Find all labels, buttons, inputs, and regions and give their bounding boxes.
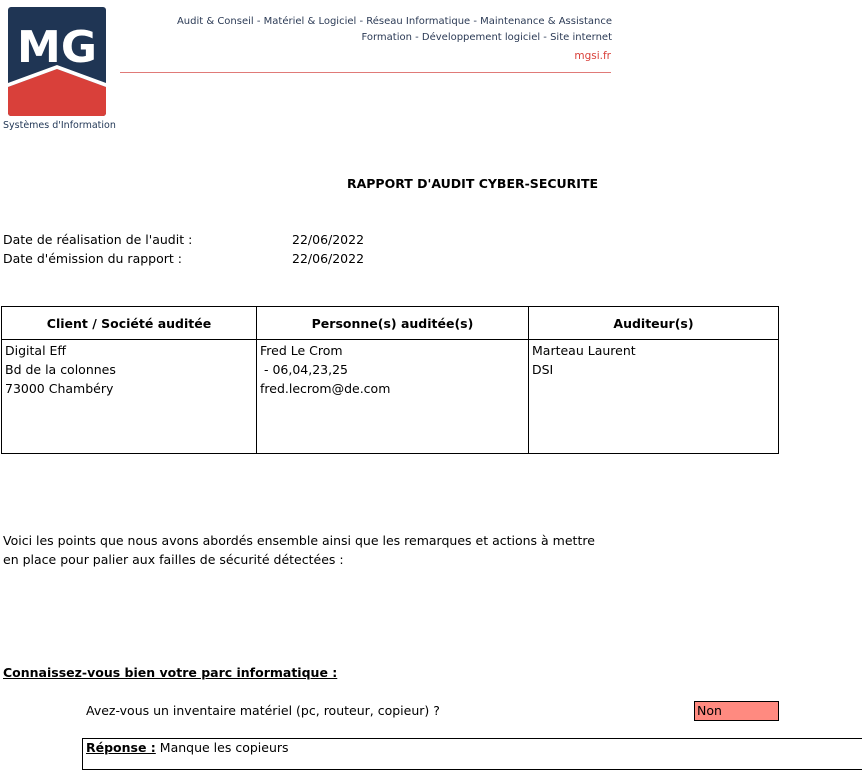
client-cell: Digital Eff Bd de la colonnes 73000 Cham… (1, 339, 257, 454)
date-report-value: 22/06/2022 (292, 251, 365, 266)
report-title: RAPPORT D'AUDIT CYBER-SECURITE (346, 176, 599, 191)
header-auditor: Auditeur(s) (528, 306, 779, 340)
section-title: Connaissez-vous bien votre parc informat… (3, 665, 338, 680)
client-city: 73000 Chambéry (5, 381, 114, 396)
date-audit-value: 22/06/2022 (292, 232, 365, 247)
date-audit-label: Date de réalisation de l'audit : (3, 232, 193, 247)
audit-info-table: Client / Société auditée Personne(s) aud… (1, 306, 779, 454)
intro-paragraph: Voici les points que nous avons abordés … (3, 531, 643, 569)
answer-field[interactable]: Non (694, 701, 779, 721)
logo-letters: MG (17, 22, 97, 73)
person-name: Fred Le Crom (260, 343, 343, 358)
header-tagline-services: Audit & Conseil - Matériel & Logiciel - … (176, 16, 612, 27)
header-client: Client / Société auditée (1, 306, 257, 340)
intro-line-1: Voici les points que nous avons abordés … (3, 533, 595, 548)
person-cell: Fred Le Crom - 06,04,23,25 fred.lecrom@d… (256, 339, 529, 454)
client-name: Digital Eff (5, 343, 67, 358)
auditor-role: DSI (532, 362, 554, 377)
header-tagline-training: Formation - Développement logiciel - Sit… (361, 32, 612, 43)
person-phone: - 06,04,23,25 (260, 362, 349, 377)
website-link[interactable]: mgsi.fr (574, 50, 611, 62)
company-logo: MG (8, 7, 106, 116)
response-box[interactable]: Réponse : Manque les copieurs (82, 738, 862, 770)
logo-subtitle: Systèmes d'Information (3, 120, 116, 131)
auditor-cell: Marteau Laurent DSI (528, 339, 779, 454)
client-address: Bd de la colonnes (5, 362, 116, 377)
date-report-label: Date d'émission du rapport : (3, 251, 182, 266)
auditor-name: Marteau Laurent (532, 343, 636, 358)
question-inventory: Avez-vous un inventaire matériel (pc, ro… (86, 703, 440, 718)
person-email: fred.lecrom@de.com (260, 381, 391, 396)
header-divider (120, 72, 611, 73)
intro-line-2: en place pour palier aux failles de sécu… (3, 552, 344, 567)
header-person: Personne(s) auditée(s) (256, 306, 529, 340)
